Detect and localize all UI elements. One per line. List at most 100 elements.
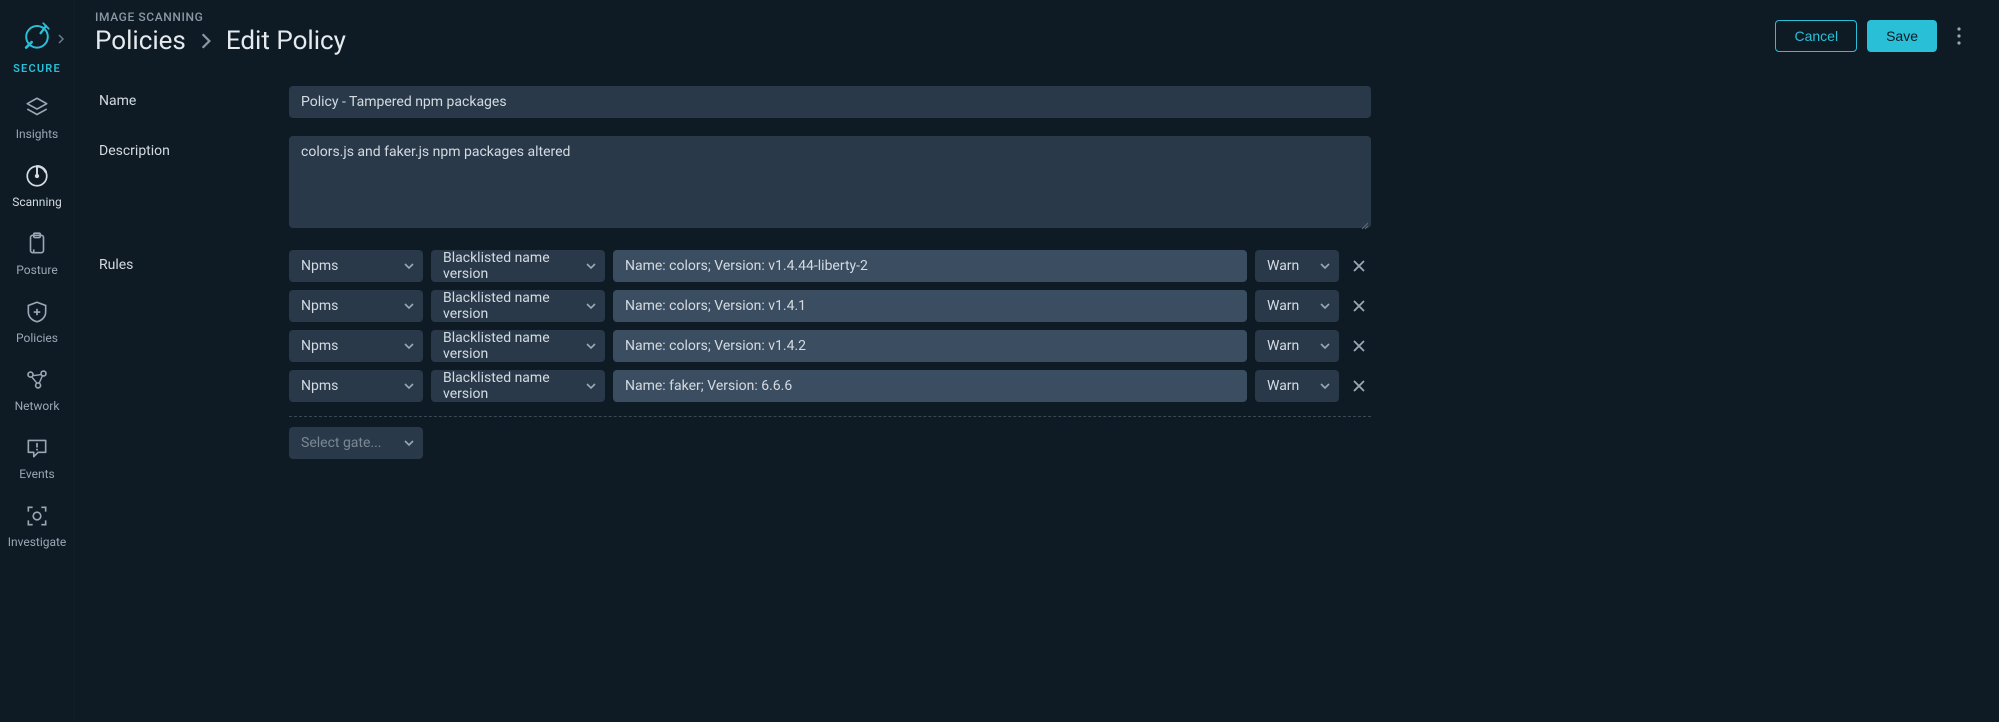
layers-icon	[24, 95, 50, 121]
chevron-down-icon	[1319, 340, 1331, 352]
sidebar: SECURE Insights Scanning Posture	[0, 0, 75, 722]
name-label: Name	[99, 86, 289, 109]
rule-value-field[interactable]: Name: colors; Version: v1.4.44-liberty-2	[613, 250, 1247, 282]
rule-row: Npms Blacklisted name version Name: colo…	[289, 330, 1371, 362]
sidebar-item-label: Posture	[16, 263, 57, 277]
sidebar-item-insights[interactable]: Insights	[0, 95, 74, 141]
chevron-down-icon	[1319, 300, 1331, 312]
chevron-down-icon	[403, 300, 415, 312]
rule-trigger-value: Blacklisted name version	[443, 250, 575, 282]
rule-trigger-value: Blacklisted name version	[443, 290, 575, 322]
rule-gate-select[interactable]: Npms	[289, 370, 423, 402]
rule-value-field[interactable]: Name: colors; Version: v1.4.1	[613, 290, 1247, 322]
header-actions: Cancel Save	[1775, 10, 1979, 52]
description-input[interactable]	[289, 136, 1371, 228]
sidebar-item-scanning[interactable]: Scanning	[0, 163, 74, 209]
rule-gate-value: Npms	[301, 298, 338, 314]
close-icon	[1352, 259, 1366, 273]
rule-gate-select[interactable]: Npms	[289, 330, 423, 362]
sysdig-logo-icon	[19, 17, 55, 53]
sidebar-item-investigate[interactable]: Investigate	[0, 503, 74, 549]
add-gate-select[interactable]: Select gate...	[289, 427, 423, 459]
rule-trigger-select[interactable]: Blacklisted name version	[431, 250, 605, 282]
rules-label: Rules	[99, 250, 289, 273]
name-input[interactable]	[289, 86, 1371, 118]
sidebar-item-network[interactable]: Network	[0, 367, 74, 413]
sidebar-item-policies[interactable]: Policies	[0, 299, 74, 345]
rule-trigger-value: Blacklisted name version	[443, 330, 575, 362]
sidebar-item-label: Policies	[16, 331, 58, 345]
close-icon	[1352, 339, 1366, 353]
rule-trigger-value: Blacklisted name version	[443, 370, 575, 402]
add-rule-row: Select gate...	[289, 427, 1371, 459]
chevron-down-icon	[403, 260, 415, 272]
rule-trigger-select[interactable]: Blacklisted name version	[431, 290, 605, 322]
rule-action-select[interactable]: Warn	[1255, 330, 1339, 362]
rule-trigger-select[interactable]: Blacklisted name version	[431, 330, 605, 362]
close-icon	[1352, 299, 1366, 313]
sidebar-item-label: Insights	[16, 127, 58, 141]
chevron-right-icon	[200, 32, 212, 50]
main-content: IMAGE SCANNING Policies Edit Policy Canc…	[75, 0, 1999, 722]
breadcrumb-root[interactable]: Policies	[95, 26, 186, 56]
sidebar-item-label: Network	[15, 399, 60, 413]
sidebar-item-events[interactable]: Events	[0, 435, 74, 481]
rule-remove-button[interactable]	[1347, 374, 1371, 398]
network-icon	[24, 367, 50, 393]
chevron-down-icon	[585, 380, 597, 392]
chevron-down-icon	[1319, 260, 1331, 272]
more-vertical-icon	[1957, 27, 1961, 45]
chat-alert-icon	[24, 435, 50, 461]
chevron-down-icon	[403, 380, 415, 392]
rule-remove-button[interactable]	[1347, 294, 1371, 318]
page-header: IMAGE SCANNING Policies Edit Policy Canc…	[75, 0, 1999, 56]
description-label: Description	[99, 136, 289, 159]
brand-name: SECURE	[13, 62, 61, 75]
rule-value-field[interactable]: Name: colors; Version: v1.4.2	[613, 330, 1247, 362]
add-gate-placeholder: Select gate...	[301, 435, 382, 451]
rule-value-field[interactable]: Name: faker; Version: 6.6.6	[613, 370, 1247, 402]
section-label: IMAGE SCANNING	[95, 10, 346, 24]
rule-row: Npms Blacklisted name version Name: colo…	[289, 290, 1371, 322]
chevron-down-icon	[585, 340, 597, 352]
chevron-down-icon	[403, 437, 415, 449]
more-menu-button[interactable]	[1947, 20, 1971, 52]
close-icon	[1352, 379, 1366, 393]
chevron-down-icon	[403, 340, 415, 352]
rule-gate-select[interactable]: Npms	[289, 250, 423, 282]
shield-plus-icon	[24, 299, 50, 325]
rule-row: Npms Blacklisted name version Name: colo…	[289, 250, 1371, 282]
page-title: Edit Policy	[226, 26, 346, 56]
rules-list: Npms Blacklisted name version Name: colo…	[289, 250, 1371, 467]
save-button[interactable]: Save	[1867, 20, 1937, 52]
rule-action-value: Warn	[1267, 258, 1299, 274]
rule-remove-button[interactable]	[1347, 254, 1371, 278]
rule-action-select[interactable]: Warn	[1255, 290, 1339, 322]
sidebar-item-label: Events	[19, 467, 55, 481]
sidebar-item-label: Investigate	[8, 535, 67, 549]
cancel-button[interactable]: Cancel	[1775, 20, 1857, 52]
rule-action-select[interactable]: Warn	[1255, 250, 1339, 282]
focus-icon	[24, 503, 50, 529]
rule-gate-value: Npms	[301, 378, 338, 394]
chevron-right-icon	[56, 34, 66, 44]
rule-gate-select[interactable]: Npms	[289, 290, 423, 322]
rule-row: Npms Blacklisted name version Name: fake…	[289, 370, 1371, 402]
rule-remove-button[interactable]	[1347, 334, 1371, 358]
rule-action-value: Warn	[1267, 298, 1299, 314]
rule-trigger-select[interactable]: Blacklisted name version	[431, 370, 605, 402]
rule-action-value: Warn	[1267, 338, 1299, 354]
chevron-down-icon	[585, 300, 597, 312]
rule-gate-value: Npms	[301, 258, 338, 274]
chevron-down-icon	[1319, 380, 1331, 392]
breadcrumb: Policies Edit Policy	[95, 26, 346, 56]
clipboard-icon	[24, 231, 50, 257]
rule-gate-value: Npms	[301, 338, 338, 354]
brand-logo[interactable]	[0, 14, 74, 56]
radar-icon	[24, 163, 50, 189]
rule-action-value: Warn	[1267, 378, 1299, 394]
sidebar-item-label: Scanning	[12, 195, 61, 209]
sidebar-item-posture[interactable]: Posture	[0, 231, 74, 277]
rule-action-select[interactable]: Warn	[1255, 370, 1339, 402]
form-area: Name Description Rules	[75, 56, 1395, 509]
